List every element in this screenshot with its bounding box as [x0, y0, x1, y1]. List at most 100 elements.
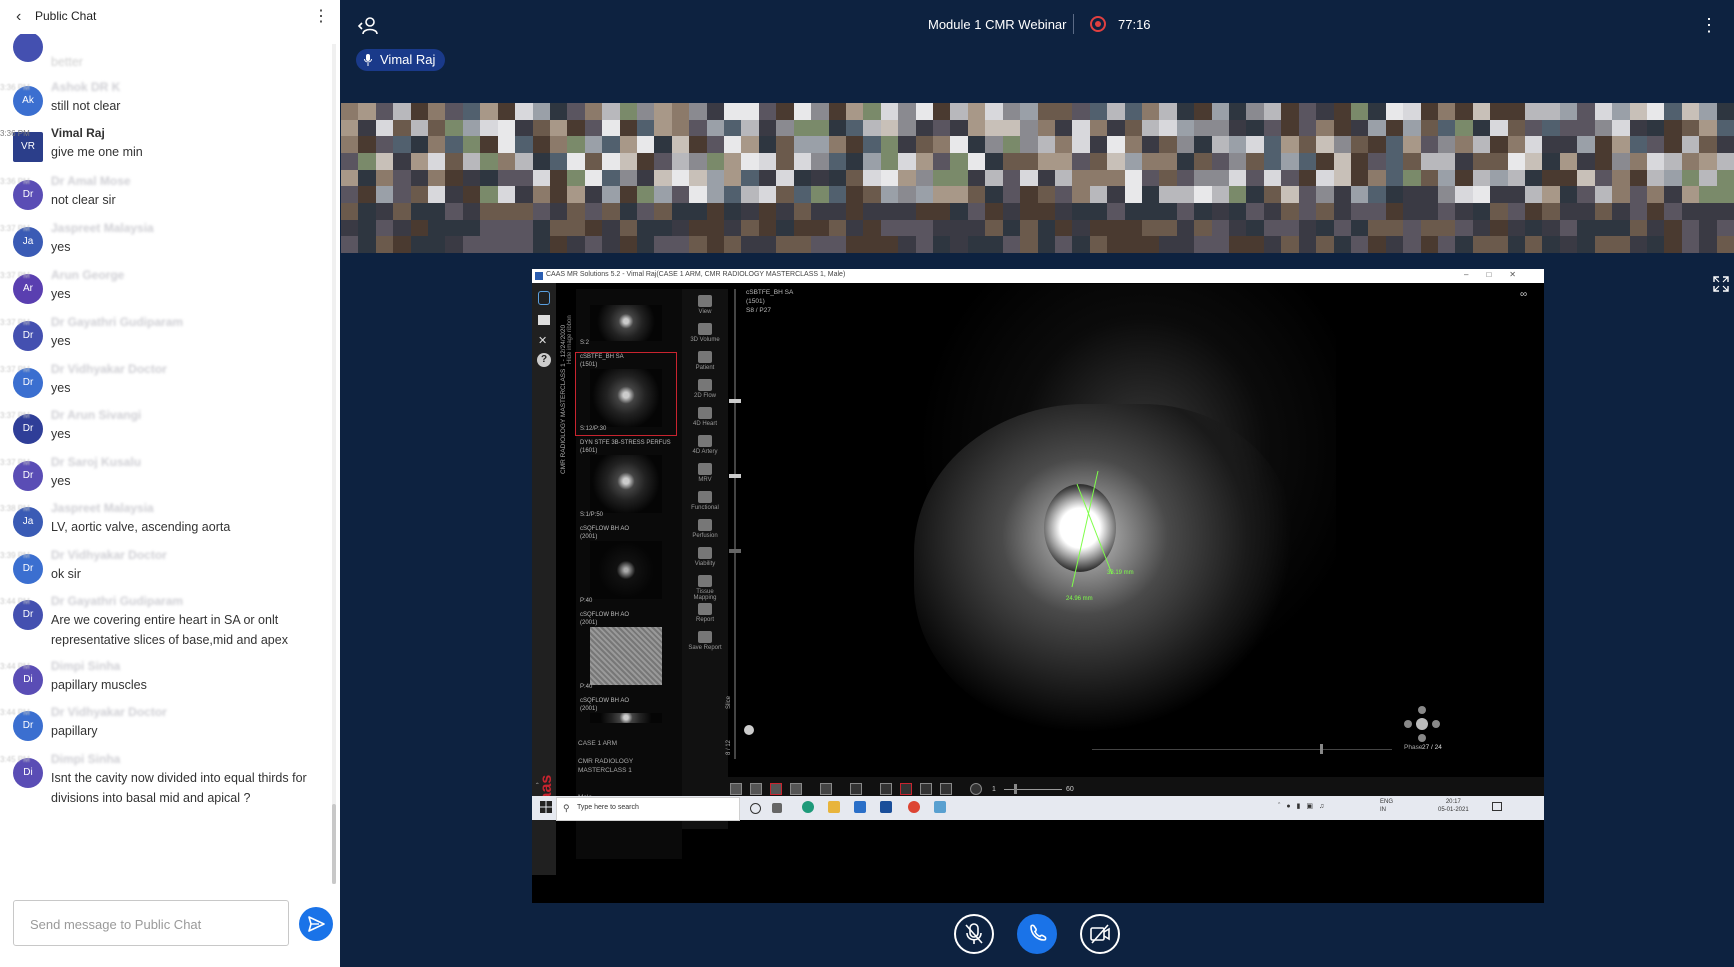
help-icon[interactable]: ?	[537, 353, 551, 367]
slice-slider-knob[interactable]	[729, 399, 741, 403]
layout-1x1-button[interactable]	[730, 783, 742, 795]
chat-message-list[interactable]: better Ak Ashok DR K 3:36 PM still not clea…	[0, 34, 332, 888]
tool-perfusion[interactable]: Perfusion	[684, 519, 726, 539]
video-pixel	[532, 219, 551, 238]
video-pixel	[880, 119, 900, 138]
file-explorer-icon[interactable]	[828, 801, 840, 813]
user-list-icon[interactable]	[356, 14, 380, 38]
series-thumbnail[interactable]: cSQFLOW BH AO (2001)	[576, 697, 676, 727]
series-thumbnail[interactable]: cSBTFE_BH SA (1501) S:12/P:30	[575, 352, 677, 436]
range-slider-track[interactable]	[1004, 789, 1062, 790]
pointer-tool-button[interactable]	[880, 783, 892, 795]
caas-app-icon[interactable]	[538, 291, 550, 305]
video-pixel	[1385, 186, 1405, 204]
series-thumbnail[interactable]: DYN STFE 3B-STRESS PERFUS (1601) S:1/P:50	[576, 439, 676, 521]
measurement-lines[interactable]	[854, 284, 1336, 752]
video-pixel	[375, 236, 395, 253]
video-pixel	[1316, 103, 1335, 121]
phase-slider-track[interactable]	[1092, 749, 1392, 750]
video-pixel	[898, 219, 917, 238]
navigation-pad-icon[interactable]	[1404, 706, 1440, 742]
video-pixel	[428, 153, 447, 171]
system-tray-icons[interactable]: ˆ●▮▣♫	[1278, 802, 1374, 812]
chat-menu-icon[interactable]: ⋮	[313, 7, 329, 27]
video-pixel	[1263, 219, 1283, 238]
series-thumbnail[interactable]: S:2	[576, 289, 676, 349]
taskbar-clock[interactable]: 20:17 05-01-2021	[1438, 798, 1469, 814]
annotation-tool-button[interactable]	[850, 783, 862, 795]
contour-tool-button[interactable]	[940, 783, 952, 795]
layout-grid-button[interactable]	[790, 783, 802, 795]
chat-scrollbar-thumb[interactable]	[332, 804, 336, 884]
video-pixel	[619, 169, 638, 188]
chrome-icon[interactable]	[908, 801, 920, 813]
hide-image-ribbon-label[interactable]: Hide image ribbon	[567, 315, 573, 364]
video-pixel	[619, 136, 638, 154]
notifications-icon[interactable]	[1492, 802, 1502, 811]
slice-slider[interactable]: Slice 8 / 12	[726, 289, 742, 759]
tool-2d-flow[interactable]: 2D Flow	[684, 379, 726, 399]
range-slider-knob[interactable]	[1014, 784, 1017, 794]
delete-icon[interactable]	[820, 783, 832, 795]
taskbar-search-box[interactable]: ⚲ Type here to search	[556, 797, 740, 821]
series-thumbnail[interactable]: cSQFLOW BH AO (2001) P:40	[576, 611, 676, 693]
measure-tool-button[interactable]	[900, 783, 912, 795]
tool-4d-heart[interactable]: 4D Heart	[684, 407, 726, 427]
layout-1x2-button[interactable]	[750, 783, 762, 795]
tool-report[interactable]: Report	[684, 603, 726, 623]
play-cine-button[interactable]	[970, 783, 982, 795]
tool-mrv[interactable]: MRV	[684, 463, 726, 483]
mute-microphone-button[interactable]	[954, 914, 994, 954]
language-indicator[interactable]: ENG IN	[1380, 798, 1393, 814]
add-viewport-icon[interactable]	[744, 725, 754, 735]
video-pixel	[1437, 236, 1457, 253]
tool-viability[interactable]: Viability	[684, 547, 726, 567]
video-pixel	[341, 236, 360, 253]
mail-icon[interactable]	[854, 801, 866, 813]
slice-slider-knob[interactable]	[729, 474, 741, 478]
tool-label: MRV	[698, 477, 712, 483]
window-controls[interactable]: –□✕	[1464, 270, 1534, 279]
video-pixel	[1141, 186, 1161, 204]
tool-save-report[interactable]: Save Report	[684, 631, 726, 651]
tool-4d-artery[interactable]: 4D Artery	[684, 435, 726, 455]
recording-icon[interactable]	[1090, 16, 1106, 32]
edge-icon[interactable]	[802, 801, 814, 813]
folder-icon[interactable]	[538, 315, 550, 325]
video-pixel	[741, 203, 760, 221]
chat-message-input[interactable]	[28, 913, 282, 935]
tool-icon	[698, 575, 712, 587]
message-sender: Vimal Raj	[51, 126, 105, 140]
link-icon[interactable]: ∞	[1520, 289, 1527, 300]
fullscreen-icon[interactable]	[1713, 276, 1729, 292]
toggle-camera-button[interactable]	[1080, 914, 1120, 954]
slice-slider-knob[interactable]	[729, 549, 741, 553]
chat-scrollbar[interactable]	[332, 44, 336, 884]
options-menu-icon[interactable]: ⋮	[1700, 14, 1718, 36]
taskbar-collapse-chevron-icon[interactable]: ˆ	[536, 782, 539, 791]
layout-2x2-button[interactable]	[770, 783, 782, 795]
tool-view[interactable]: View	[684, 295, 726, 315]
network-app-icon[interactable]	[934, 801, 946, 813]
series-thumbnail[interactable]: cSQFLOW BH AO (2001) P:40	[576, 525, 676, 607]
caas-taskbar-icon[interactable]	[880, 801, 892, 813]
task-view-icon[interactable]	[772, 803, 782, 813]
tool-patient[interactable]: Patient	[684, 351, 726, 371]
chat-input-box[interactable]	[13, 900, 289, 946]
windows-start-icon[interactable]	[540, 801, 552, 813]
back-chevron-icon[interactable]: ‹	[16, 9, 32, 25]
angle-tool-button[interactable]	[920, 783, 932, 795]
video-pixel	[1072, 203, 1091, 221]
video-pixel	[358, 186, 377, 204]
tool-functional[interactable]: Functional	[684, 491, 726, 511]
taskbar-search-label: Type here to search	[577, 804, 639, 811]
video-pixel	[1194, 219, 1213, 238]
tool-tissue-mapping[interactable]: Tissue Mapping	[684, 575, 726, 601]
phase-slider-knob[interactable]	[1320, 744, 1323, 754]
end-call-button[interactable]	[1017, 914, 1057, 954]
tools-icon[interactable]: ✕	[538, 335, 550, 347]
send-button[interactable]	[299, 907, 333, 941]
tool-3d-volume[interactable]: 3D Volume	[684, 323, 726, 343]
cortana-icon[interactable]	[750, 803, 761, 814]
mri-image-viewport[interactable]: 33.19 mm 24.96 mm	[854, 284, 1336, 752]
